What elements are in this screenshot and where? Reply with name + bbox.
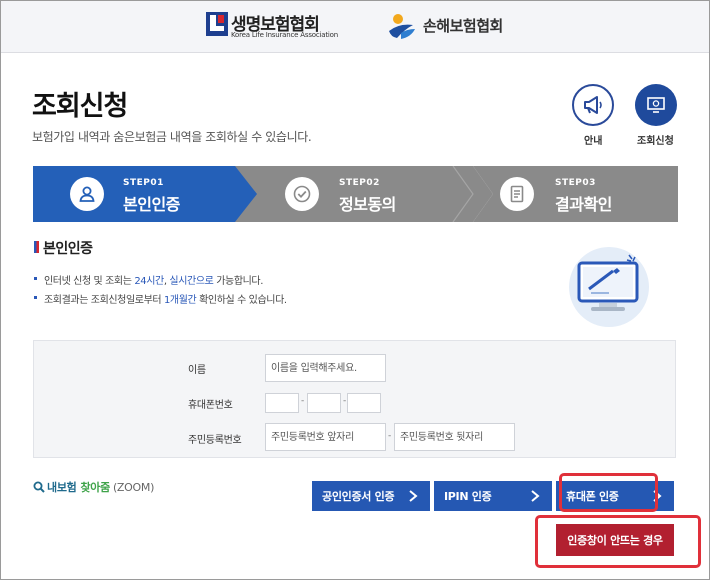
name-label: 이름 (188, 365, 206, 376)
step-3-icon-circle (500, 177, 534, 211)
phone-label: 휴대폰번호 (188, 400, 233, 411)
computer-illustration (569, 247, 649, 327)
chevron-right-icon (531, 490, 540, 502)
step-1-number: STEP01 (123, 178, 164, 188)
ssn-label: 주민등록번호 (188, 435, 242, 446)
bullet-1-highlight-realtime: 실시간으로 (169, 276, 214, 287)
general-insurance-logo-mark (389, 14, 415, 39)
cert-auth-label: 공인인증서 인증 (322, 490, 395, 503)
ssn-back-input[interactable] (394, 423, 515, 451)
phone-input-1[interactable] (265, 393, 299, 413)
bullet-2-text-a: 조회결과는 조회신청일로부터 (44, 295, 164, 306)
phone-auth-highlight (559, 473, 658, 512)
bullet-2-highlight-1month: 1개월간 (163, 295, 197, 306)
bullet-1-text-e: 가능합니다. (213, 276, 263, 287)
ipin-auth-label: IPIN 인증 (444, 490, 492, 503)
guide-button[interactable] (572, 84, 614, 126)
identity-form: 이름 휴대폰번호 - - 주민등록번호 - (33, 340, 676, 458)
step-2: STEP02 정보동의 (253, 166, 463, 222)
cert-auth-button[interactable]: 공인인증서 인증 (312, 481, 430, 511)
my-insurance-zoom-link[interactable]: 내보험 찾아줌 (ZOOM) (33, 479, 154, 495)
person-icon (79, 186, 95, 202)
request-button[interactable] (635, 84, 677, 126)
document-icon (510, 185, 524, 203)
megaphone-icon (584, 96, 602, 114)
step-2-number: STEP02 (339, 178, 380, 188)
phone-input-2[interactable] (307, 393, 341, 413)
zoom-link-text-1: 내보험 (47, 481, 77, 494)
step-1-name: 본인인증 (123, 195, 180, 214)
step-3: STEP03 결과확인 (469, 166, 678, 222)
step-1-icon-circle (70, 177, 104, 211)
magnifier-icon (33, 481, 45, 493)
step-2-icon-circle (285, 177, 319, 211)
chevron-right-icon (409, 490, 418, 502)
phone-input-3[interactable] (347, 393, 381, 413)
monitor-pen-illustration-icon (577, 254, 639, 311)
monitor-icon (647, 97, 665, 113)
section-marker-icon (34, 241, 39, 253)
zoom-link-text-2: 찾아줌 (80, 481, 110, 494)
step-3-name: 결과확인 (555, 195, 612, 214)
name-input[interactable] (265, 354, 386, 382)
info-bullet-2: 조회결과는 조회신청일로부터 1개월간 확인하실 수 있습니다. (34, 291, 287, 306)
page-subtitle: 보험가입 내역과 숨은보험금 내역을 조회하실 수 있습니다. (32, 130, 312, 144)
request-label: 조회신청 (637, 136, 674, 147)
bullet-1-highlight-24h: 24시간 (134, 276, 164, 287)
info-bullet-1: 인터넷 신청 및 조회는 24시간, 실시간으로 가능합니다. (34, 272, 263, 287)
step-1: STEP01 본인인증 (33, 166, 243, 222)
top-banner: 생명보험협회 Korea Life Insurance Association … (1, 1, 709, 53)
phone-dash-2: - (343, 396, 347, 406)
page-title: 조회신청 (32, 91, 128, 122)
section-title: 본인인증 (43, 241, 93, 257)
ssn-front-input[interactable] (265, 423, 386, 451)
life-logo-english: Korea Life Insurance Association (231, 31, 338, 39)
guide-label: 안내 (584, 136, 603, 147)
zoom-link-text-3: (ZOOM) (112, 480, 155, 494)
step-2-name: 정보동의 (339, 195, 396, 214)
ssn-dash: - (388, 431, 392, 441)
bullet-1-text-a: 인터넷 신청 및 조회는 (44, 276, 135, 287)
step-progress-bar: STEP01 본인인증 STEP02 정보동의 STEP03 결과확인 (33, 166, 678, 222)
life-insurance-logo-mark (206, 12, 228, 36)
phone-dash-1: - (301, 396, 305, 406)
step-3-number: STEP03 (555, 178, 596, 188)
general-logo-text: 손해보험협회 (423, 17, 503, 35)
check-icon (293, 185, 311, 203)
fail-button-highlight (535, 515, 701, 568)
ipin-auth-button[interactable]: IPIN 인증 (434, 481, 552, 511)
bullet-2-text-c: 확인하실 수 있습니다. (196, 295, 287, 306)
